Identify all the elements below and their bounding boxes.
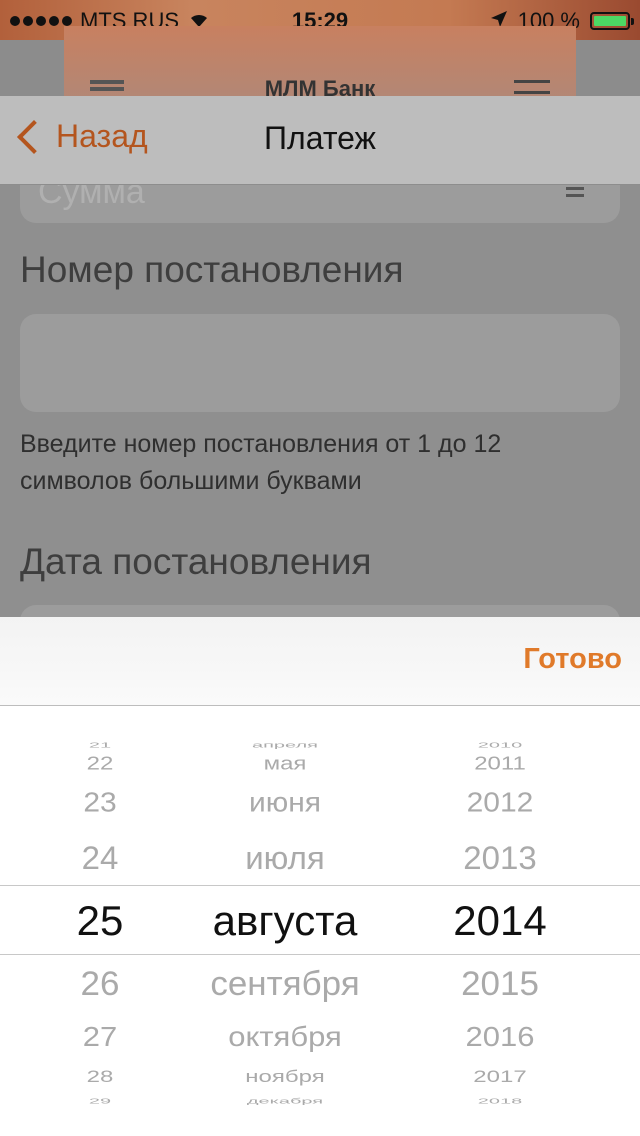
page-title: Платеж <box>264 120 376 156</box>
day-option[interactable]: 26 <box>40 964 160 1003</box>
month-option[interactable]: сентября <box>160 964 410 1003</box>
day-option[interactable]: 28 <box>40 1067 160 1087</box>
month-option[interactable]: июня <box>160 787 410 818</box>
year-option[interactable]: 2016 <box>410 1021 590 1053</box>
year-option[interactable]: 2012 <box>410 787 590 818</box>
battery-icon <box>590 12 634 30</box>
payment-form: Сумма Номер постановления Введите номер … <box>0 185 640 617</box>
day-option[interactable]: 24 <box>40 839 160 876</box>
month-option[interactable]: ноября <box>160 1067 410 1087</box>
date-field[interactable] <box>20 605 620 617</box>
day-option[interactable]: 21 <box>40 741 160 749</box>
month-option[interactable]: августа <box>160 897 410 945</box>
list-icon <box>514 80 550 94</box>
day-wheel[interactable]: 21 22 23 24 25 26 27 28 29 <box>40 706 160 1136</box>
month-option[interactable]: октября <box>160 1021 410 1053</box>
navigation-bar: Назад Платеж <box>0 96 640 185</box>
background-app-header: МЛМ Банк <box>64 26 576 106</box>
month-option[interactable]: апреля <box>160 741 410 749</box>
year-option[interactable]: 2015 <box>410 964 590 1003</box>
day-option[interactable]: 25 <box>40 897 160 945</box>
day-option[interactable]: 29 <box>40 1097 160 1105</box>
picker-toolbar: Готово <box>0 617 640 706</box>
sum-placeholder: Сумма <box>38 185 145 211</box>
sum-field[interactable]: Сумма <box>20 185 620 223</box>
month-option[interactable]: июля <box>160 839 410 876</box>
date-picker[interactable]: 21 22 23 24 25 26 27 28 29 апреля мая июня июля авгу… <box>0 706 640 1136</box>
month-wheel[interactable]: апреля мая июня июля августа сентября октября н… <box>160 706 410 1136</box>
done-button[interactable]: Готово <box>523 643 622 676</box>
year-option[interactable]: 2018 <box>410 1097 590 1105</box>
number-field[interactable] <box>20 314 620 412</box>
calculator-icon[interactable] <box>566 187 584 197</box>
day-option[interactable]: 22 <box>40 754 160 775</box>
year-wheel[interactable]: 2010 2011 2012 2013 2014 2015 2016 2017 2018 <box>410 706 590 1136</box>
number-hint: Введите номер постановления от 1 до 12 с… <box>20 430 502 495</box>
number-label: Номер постановления <box>20 249 404 290</box>
year-option[interactable]: 2011 <box>410 754 590 775</box>
date-label: Дата постановления <box>20 541 372 582</box>
year-option[interactable]: 2017 <box>410 1067 590 1087</box>
day-option[interactable]: 23 <box>40 787 160 818</box>
month-option[interactable]: мая <box>160 754 410 775</box>
month-option[interactable]: декабря <box>160 1097 410 1105</box>
year-option[interactable]: 2013 <box>410 839 590 876</box>
day-option[interactable]: 27 <box>40 1021 160 1053</box>
year-option[interactable]: 2010 <box>410 741 590 749</box>
year-option[interactable]: 2014 <box>410 897 590 945</box>
